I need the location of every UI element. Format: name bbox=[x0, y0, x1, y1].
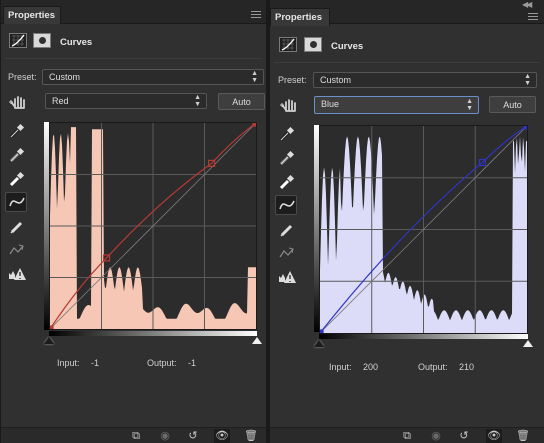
preset-value: Custom bbox=[320, 75, 352, 85]
black-point-eyedropper-icon[interactable] bbox=[6, 121, 28, 141]
clip-to-layer-icon[interactable]: ⧉ bbox=[399, 429, 415, 443]
properties-panel-left: Properties Curves Preset: Custom ▲ ▼ Red … bbox=[0, 0, 266, 443]
auto-button[interactable]: Auto bbox=[218, 93, 265, 110]
curves-graph-svg[interactable] bbox=[50, 123, 256, 329]
white-point-eyedropper-icon[interactable] bbox=[276, 172, 298, 192]
black-point-eyedropper-icon[interactable] bbox=[276, 124, 298, 144]
channel-value: Red bbox=[52, 96, 69, 106]
visibility-eye-icon[interactable]: 👁 bbox=[486, 429, 502, 443]
visibility-eye-icon[interactable]: 👁 bbox=[214, 429, 230, 443]
dropdown-arrows-icon: ▲ ▼ bbox=[194, 94, 201, 108]
input-value: -1 bbox=[91, 358, 100, 368]
curve-control-point bbox=[50, 325, 54, 329]
on-image-adjust-icon[interactable] bbox=[277, 96, 299, 116]
output-value: 210 bbox=[459, 362, 475, 372]
white-point-eyedropper-icon[interactable] bbox=[6, 169, 28, 189]
panel-tabbar: Properties bbox=[1, 0, 266, 24]
dropdown-arrows-icon: ▲ ▼ bbox=[251, 70, 258, 84]
auto-button[interactable]: Auto bbox=[489, 96, 536, 113]
output-label: Output: bbox=[418, 362, 448, 372]
header-separator bbox=[5, 58, 262, 59]
input-gradient-bar bbox=[319, 334, 528, 339]
panel-footer: ⧉ ◉ ↺ 👁 🗑 bbox=[270, 427, 544, 443]
view-previous-state-icon[interactable]: ◉ bbox=[428, 429, 444, 443]
panel-tabbar: Properties ◀◀ bbox=[270, 0, 544, 26]
output-value: -1 bbox=[188, 358, 197, 368]
input-value: 200 bbox=[363, 362, 379, 372]
pencil-draw-icon[interactable] bbox=[6, 217, 28, 237]
preset-label: Preset: bbox=[8, 72, 37, 82]
input-label: Input: bbox=[329, 362, 352, 372]
curves-graph-svg[interactable] bbox=[320, 126, 527, 333]
pencil-draw-icon[interactable] bbox=[276, 220, 298, 240]
clipping-warning-icon[interactable] bbox=[275, 267, 297, 287]
properties-panel-right: Properties ◀◀ Curves Preset: Custom ▲ ▼ B… bbox=[269, 0, 544, 443]
preset-dropdown[interactable]: Custom ▲ ▼ bbox=[42, 69, 264, 85]
properties-tab[interactable]: Properties bbox=[3, 6, 61, 24]
white-input-slider[interactable] bbox=[252, 337, 262, 344]
dropdown-arrows-icon: ▲ ▼ bbox=[524, 73, 531, 87]
adjustment-title: Curves bbox=[60, 37, 93, 48]
clip-to-layer-icon[interactable]: ⧉ bbox=[128, 429, 144, 443]
preset-label: Preset: bbox=[278, 75, 307, 85]
curves-graph[interactable] bbox=[49, 122, 257, 330]
panel-footer: ⧉ ◉ ↺ 👁 🗑 bbox=[1, 427, 266, 443]
dropdown-arrows-icon: ▲ ▼ bbox=[466, 98, 473, 112]
delete-trash-icon[interactable]: 🗑 bbox=[243, 429, 259, 443]
curves-graph[interactable] bbox=[319, 125, 528, 334]
panel-menu-icon[interactable] bbox=[528, 13, 538, 20]
clipping-warning-icon[interactable] bbox=[5, 264, 27, 284]
channel-dropdown[interactable]: Red ▲ ▼ bbox=[45, 93, 207, 109]
reset-icon[interactable]: ↺ bbox=[185, 429, 201, 443]
panel-menu-icon[interactable] bbox=[251, 11, 261, 18]
smooth-curve-icon[interactable] bbox=[6, 240, 28, 260]
on-image-adjust-icon[interactable] bbox=[6, 93, 28, 113]
delete-trash-icon[interactable]: 🗑 bbox=[515, 429, 531, 443]
adjustment-title: Curves bbox=[331, 41, 364, 52]
curves-adjustment-icon bbox=[9, 33, 27, 48]
curve-control-point bbox=[252, 123, 256, 127]
curve-points-icon[interactable] bbox=[5, 192, 27, 212]
view-previous-state-icon[interactable]: ◉ bbox=[157, 429, 173, 443]
layer-mask-icon[interactable] bbox=[33, 33, 51, 48]
channel-dropdown[interactable]: Blue ▲ ▼ bbox=[314, 96, 479, 114]
channel-value: Blue bbox=[321, 99, 340, 109]
black-input-slider[interactable] bbox=[314, 340, 324, 347]
curves-adjustment-icon bbox=[279, 37, 297, 52]
layer-mask-icon[interactable] bbox=[304, 37, 322, 52]
gray-point-eyedropper-icon[interactable] bbox=[276, 148, 298, 168]
curve-control-point bbox=[523, 126, 527, 130]
white-input-slider[interactable] bbox=[523, 340, 533, 347]
output-label: Output: bbox=[147, 358, 177, 368]
smooth-curve-icon[interactable] bbox=[276, 243, 298, 263]
preset-value: Custom bbox=[49, 72, 81, 82]
preset-dropdown[interactable]: Custom ▲ ▼ bbox=[313, 72, 537, 88]
input-gradient-bar bbox=[49, 331, 257, 336]
reset-icon[interactable]: ↺ bbox=[456, 429, 472, 443]
curve-control-point bbox=[320, 329, 324, 333]
header-separator bbox=[274, 62, 540, 63]
properties-tab[interactable]: Properties bbox=[270, 8, 330, 26]
black-input-slider[interactable] bbox=[44, 337, 54, 344]
collapse-panel-icon[interactable]: ◀◀ bbox=[522, 0, 532, 9]
gray-point-eyedropper-icon[interactable] bbox=[6, 145, 28, 165]
input-label: Input: bbox=[57, 358, 80, 368]
curve-points-icon[interactable] bbox=[275, 195, 297, 215]
